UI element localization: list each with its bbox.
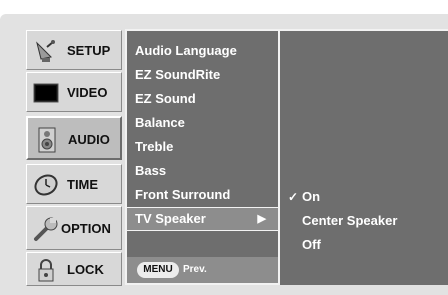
padlock-icon [33,257,59,283]
sidebar-item-video[interactable]: VIDEO [26,72,122,112]
menu-item-balance[interactable]: Balance [135,112,185,134]
sidebar-item-label: SETUP [67,43,111,58]
sidebar-item-label: AUDIO [68,132,110,147]
speaker-icon [34,127,60,153]
sidebar-item-label: TIME [67,177,99,192]
menu-item-treble[interactable]: Treble [135,136,173,158]
menu-key-button[interactable]: MENU [137,262,179,278]
menu-item-bass[interactable]: Bass [135,160,166,182]
sidebar-item-label: LOCK [67,262,104,277]
submenu-arrow-icon: ▶ [257,213,266,225]
sidebar-item-audio[interactable]: AUDIO [26,116,122,160]
option-on[interactable]: On [302,186,320,208]
menu-item-ez-soundrite[interactable]: EZ SoundRite [135,64,220,86]
menu-item-label: TV Speaker [135,211,206,226]
menu-item-audio-language[interactable]: Audio Language [135,40,237,62]
sidebar-item-option[interactable]: OPTION [26,206,122,250]
menu-footer: MENU Prev. [127,257,278,283]
sidebar-item-lock[interactable]: LOCK [26,252,122,286]
tv-screen-icon [33,80,59,106]
option-off[interactable]: Off [302,234,321,256]
option-center-speaker[interactable]: Center Speaker [302,210,397,232]
menu-divider [127,230,278,231]
prev-hint: Prev. [183,264,207,275]
menu-item-ez-sound[interactable]: EZ Sound [135,88,196,110]
wrench-icon [33,216,59,242]
audio-menu-panel: Audio Language EZ SoundRite EZ Sound Bal… [125,29,280,285]
menu-item-front-surround[interactable]: Front Surround [135,184,230,206]
satellite-dish-icon [33,38,59,64]
checkmark-icon: ✓ [288,190,299,204]
menu-item-tv-speaker[interactable]: TV Speaker ▶ [127,208,278,230]
tv-speaker-submenu: ✓ On Center Speaker Off [280,29,448,285]
sidebar-item-setup[interactable]: SETUP [26,30,122,70]
clock-icon [33,172,59,198]
sidebar-item-time[interactable]: TIME [26,164,122,204]
sidebar-item-label: OPTION [61,221,111,236]
sidebar-item-label: VIDEO [67,85,108,100]
